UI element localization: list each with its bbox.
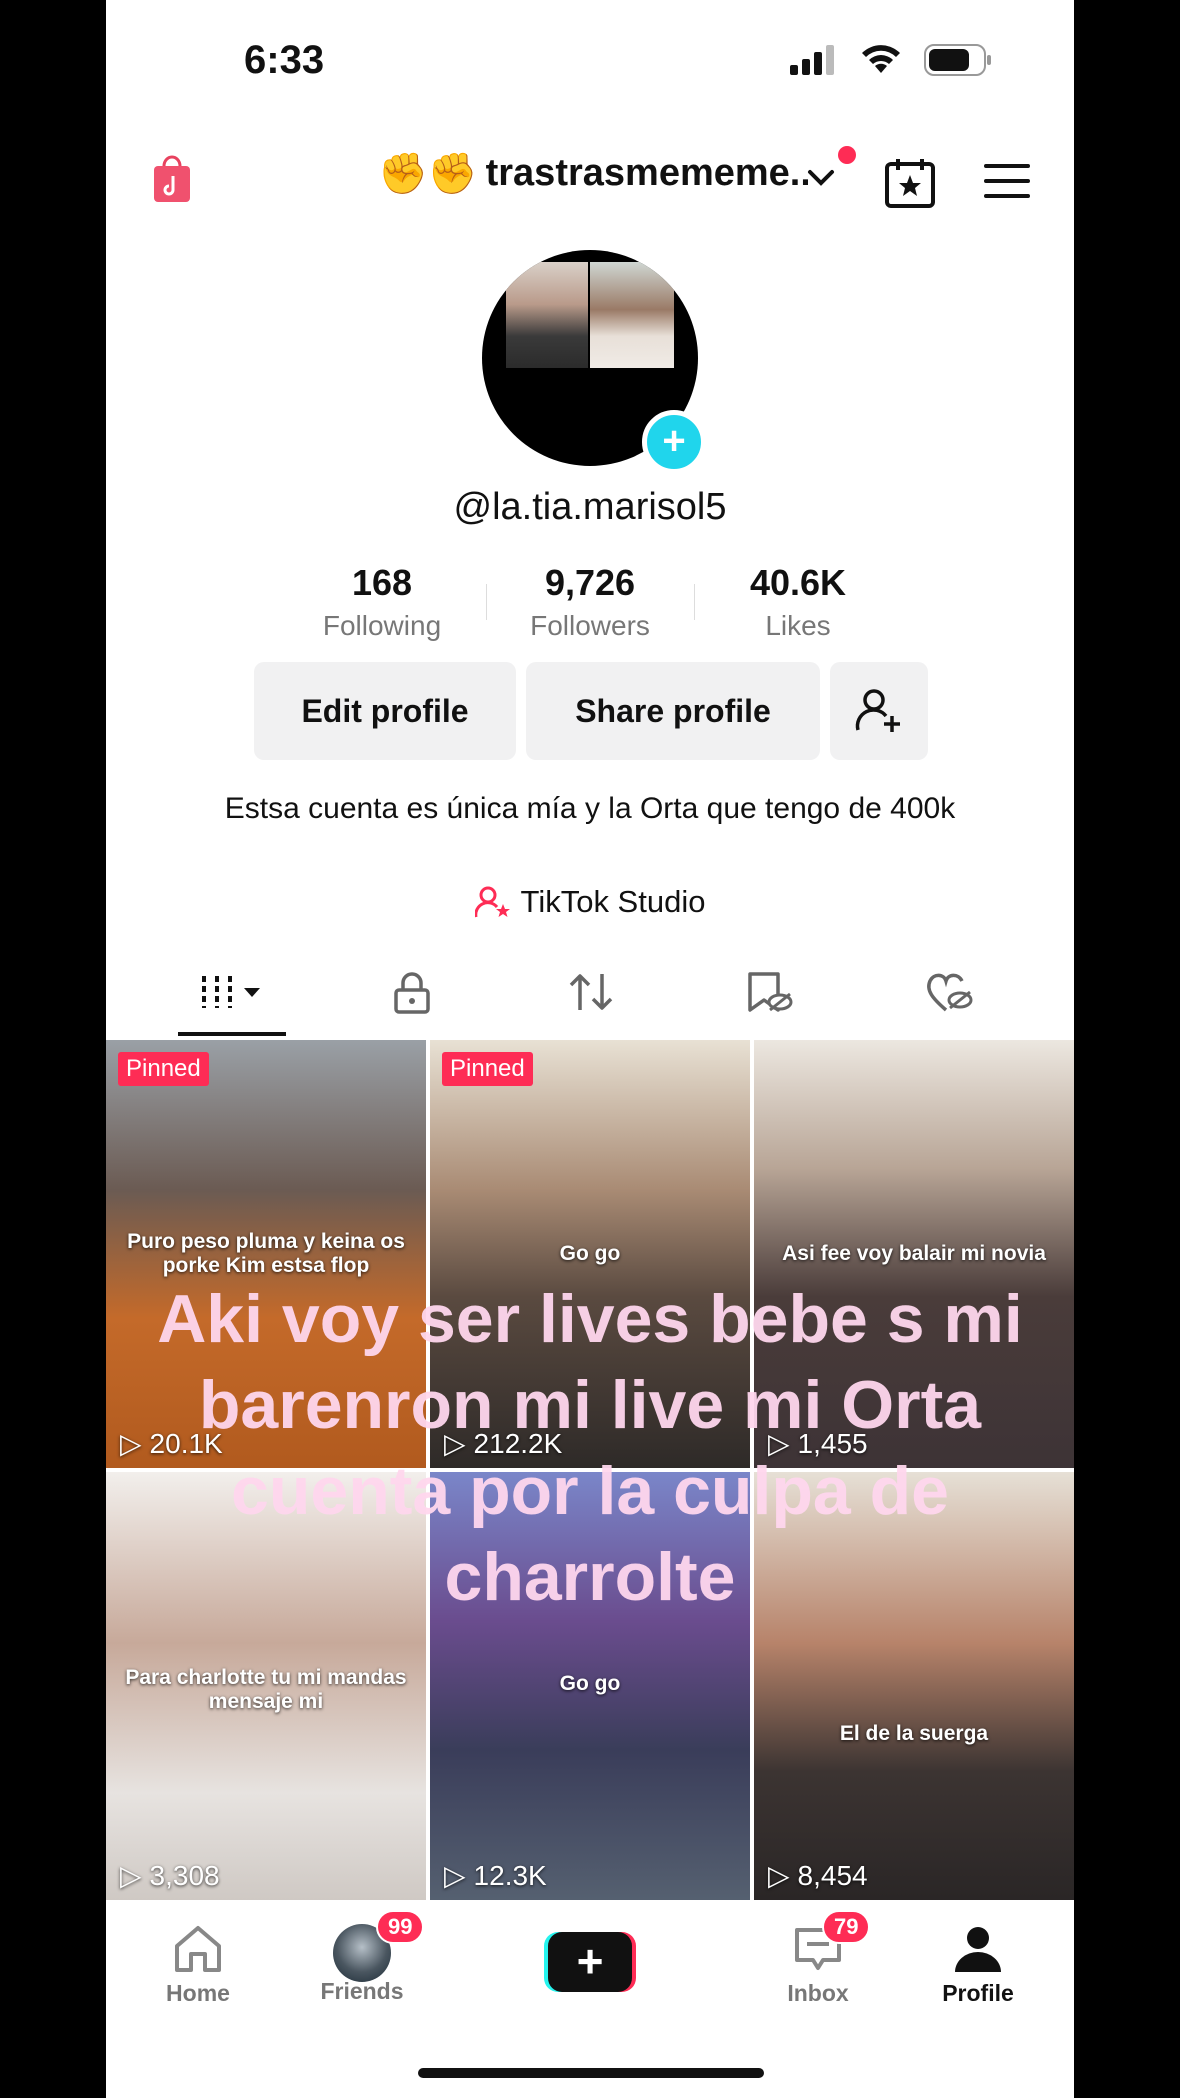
header-emoji: ✊✊ [378,152,478,195]
creator-star-icon [474,886,510,918]
nav-inbox-label: Inbox [787,1980,849,2006]
home-indicator [418,2068,764,2078]
edit-profile-button[interactable]: Edit profile [254,662,516,760]
likes-count: 40.6K [749,562,847,603]
calendar-star-icon[interactable] [884,156,936,208]
video-caption: Puro peso pluma y keina os porke Kim est… [127,1230,405,1277]
friends-badge: 99 [376,1910,425,1944]
nav-friends[interactable]: Friends 99 [292,1910,432,2005]
videos-grid-icon[interactable] [198,970,270,1014]
plus-icon: + [548,1932,632,1992]
view-count: ▷ 3,308 [120,1859,220,1892]
stat-following[interactable]: 168 Following [292,562,472,642]
tiktok-studio-label: TikTok Studio [520,884,706,919]
active-tab-indicator [178,1032,286,1036]
following-count: 168 [351,562,413,603]
nav-friends-label: Friends [320,1978,404,2004]
nav-home-label: Home [166,1980,230,2006]
wifi-icon [862,45,900,73]
menu-icon[interactable] [984,164,1030,200]
battery-icon [924,44,991,76]
pinned-badge: Pinned [118,1052,209,1086]
notification-dot [838,146,856,164]
status-icons [790,44,994,76]
following-label: Following [322,610,442,641]
signal-icon [790,45,834,75]
stat-followers[interactable]: 9,726 Followers [500,562,680,642]
profile-icon [955,1927,1001,1972]
video-caption: Go go [559,1672,621,1695]
play-icon: ▷ [768,1860,790,1891]
profile-bio: Estsa cuenta es única mía y la Orta que … [224,792,956,825]
create-button[interactable]: + [544,1932,636,1992]
repost-icon[interactable] [566,970,616,1014]
likes-label: Likes [765,610,831,641]
nav-profile[interactable]: Profile [908,1924,1048,2007]
video-caption: Asi fee voy balair mi novia [782,1242,1046,1265]
nav-profile-label: Profile [942,1980,1014,2006]
home-icon [175,1926,221,1972]
nav-inbox[interactable]: Inbox 79 [748,1910,888,2007]
video-caption: El de la suerga [839,1722,989,1745]
chevron-down-icon[interactable] [806,168,836,188]
account-switcher[interactable]: ✊✊ trastrasmememe... [378,152,808,195]
inbox-badge: 79 [822,1910,871,1944]
view-count: ▷ 8,454 [768,1859,868,1892]
add-story-plus-icon[interactable]: + [642,410,706,474]
followers-label: Followers [530,610,650,641]
saved-hidden-icon[interactable] [746,970,794,1014]
play-icon: ▷ [444,1860,466,1891]
header-title-text: trastrasmememe... [485,152,808,194]
followers-count: 9,726 [544,562,636,603]
profile-screen: 6:33 ✊✊ trastrasmememe... + @la.tia.mari… [106,0,1074,2098]
play-icon: ▷ [120,1860,142,1891]
add-friends-button[interactable] [830,662,928,760]
video-caption: Go go [559,1242,621,1265]
lock-icon[interactable] [390,970,434,1014]
view-count: ▷ 12.3K [444,1859,547,1892]
liked-hidden-icon[interactable] [924,970,974,1014]
share-profile-button[interactable]: Share profile [526,662,820,760]
status-time: 6:33 [244,38,325,82]
content-tabs [106,960,1074,1040]
pinned-badge: Pinned [442,1052,533,1086]
username: @la.tia.marisol5 [453,486,727,528]
video-caption: Para charlotte tu mi mandas mensaje mi [125,1666,407,1713]
tiktok-studio-link[interactable]: TikTok Studio [106,884,1074,920]
stat-likes[interactable]: 40.6K Likes [708,562,888,642]
overlay-text: Aki voy ser lives bebe s mi barenron mi … [157,1281,1023,1615]
shop-bag-icon[interactable] [152,152,192,204]
add-user-icon [855,689,900,732]
nav-home[interactable]: Home [128,1924,268,2007]
